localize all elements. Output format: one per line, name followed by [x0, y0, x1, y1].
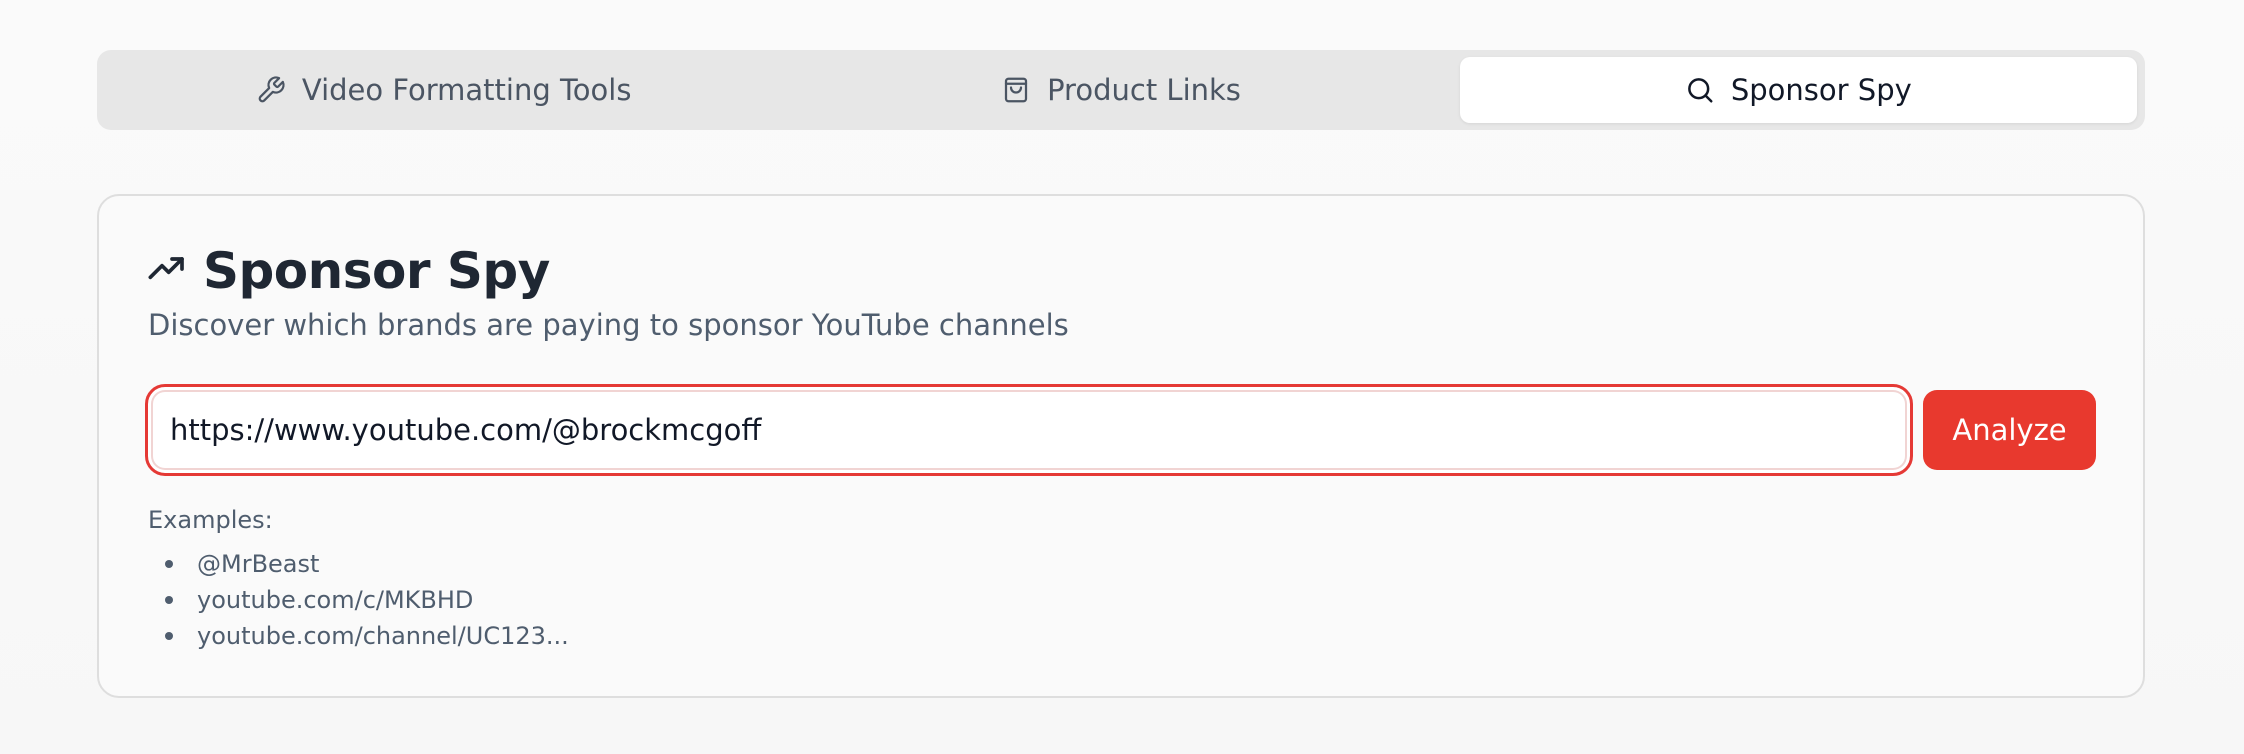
- page-subtitle: Discover which brands are paying to spon…: [148, 308, 1069, 342]
- sponsor-spy-card: Sponsor Spy Discover which brands are pa…: [97, 194, 2145, 698]
- card-header: Sponsor Spy: [147, 242, 550, 300]
- tab-label: Product Links: [1047, 73, 1241, 107]
- list-item: @MrBeast: [165, 546, 569, 582]
- examples-label: Examples:: [148, 506, 273, 534]
- tab-sponsor-spy[interactable]: Sponsor Spy: [1459, 57, 2137, 123]
- shopping-bag-icon: [1001, 75, 1031, 105]
- analyze-button[interactable]: Analyze: [1923, 390, 2096, 470]
- list-item: youtube.com/c/MKBHD: [165, 582, 569, 618]
- search-icon: [1685, 75, 1715, 105]
- channel-url-input[interactable]: [145, 384, 1913, 476]
- tab-label: Sponsor Spy: [1730, 73, 1912, 107]
- bullet-icon: [165, 596, 173, 604]
- bullet-icon: [165, 560, 173, 568]
- search-row: Analyze: [145, 384, 2096, 476]
- tab-bar: Video Formatting Tools Product Links Spo…: [97, 50, 2145, 130]
- tab-video-formatting-tools[interactable]: Video Formatting Tools: [105, 57, 782, 123]
- tab-product-links[interactable]: Product Links: [782, 57, 1459, 123]
- list-item: youtube.com/channel/UC123...: [165, 618, 569, 654]
- page-title: Sponsor Spy: [203, 242, 550, 300]
- trending-up-icon: [147, 249, 187, 293]
- wrench-icon: [256, 75, 286, 105]
- examples-list: @MrBeast youtube.com/c/MKBHD youtube.com…: [165, 546, 569, 654]
- bullet-icon: [165, 632, 173, 640]
- tab-label: Video Formatting Tools: [301, 73, 632, 107]
